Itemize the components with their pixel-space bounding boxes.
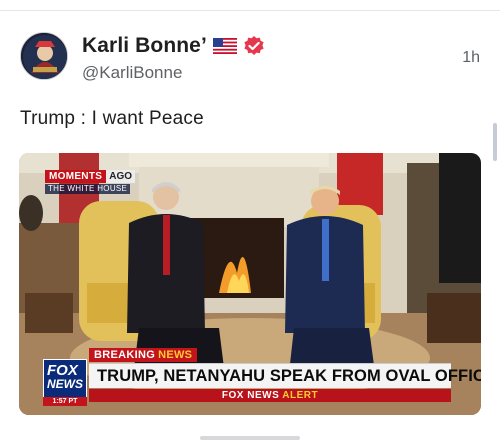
headline-text: TRUMP, NETANYAHU SPEAK FROM OVAL OFFICE (97, 366, 481, 385)
scrollbar-thumb[interactable] (493, 123, 497, 161)
moments-ago-tag: MOMENTS AGO (45, 170, 135, 183)
top-divider (0, 10, 500, 11)
logo-bottom-text: NEWS (47, 377, 83, 391)
breaking-news-word: NEWS (158, 349, 193, 361)
breaking-label: BREAKING (94, 349, 156, 361)
chyron-headline: TRUMP, NETANYAHU SPEAK FROM OVAL OFFICE (89, 363, 481, 388)
post-video[interactable]: MOMENTS AGO THE WHITE HOUSE BREAKING NEW… (19, 153, 481, 415)
verified-badge-icon (243, 35, 265, 57)
us-flag-icon (212, 38, 237, 54)
alert-word: ALERT (282, 390, 319, 401)
author-avatar[interactable] (20, 32, 68, 80)
ago-label: AGO (106, 170, 135, 183)
breaking-news-tag: BREAKING NEWS (89, 348, 198, 362)
post-text: Trump : I want Peace (20, 108, 204, 129)
author-display-name[interactable]: Karli Bonne’ (82, 34, 207, 58)
alert-brand: FOX NEWS (221, 390, 280, 401)
post-timestamp[interactable]: 1h (462, 49, 480, 67)
broadcast-clock: 1:57 PT (43, 397, 87, 406)
moments-label: MOMENTS (45, 170, 107, 183)
post-header: Karli Bonne’ @KarliBonne 1h (20, 32, 480, 86)
author-handle[interactable]: @KarliBonne (82, 63, 182, 83)
logo-top-text: FOX (47, 362, 78, 379)
author-name-row: Karli Bonne’ (82, 34, 265, 58)
location-label: THE WHITE HOUSE (45, 184, 131, 194)
avatar-image (21, 33, 67, 79)
home-indicator (200, 436, 300, 440)
fox-news-alert-bar: FOX NEWS ALERT (89, 389, 451, 402)
